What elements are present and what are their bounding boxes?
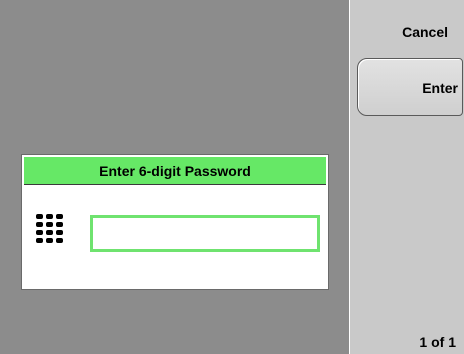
enter-button-label: Enter (422, 80, 458, 96)
cancel-button[interactable]: Cancel (402, 24, 448, 40)
password-dialog: Enter 6-digit Password (21, 154, 329, 290)
softkey-panel: Cancel Enter 1 of 1 (349, 0, 464, 354)
page-indicator: 1 of 1 (419, 334, 456, 350)
keypad-icon (36, 214, 63, 243)
main-display-area: Enter 6-digit Password (0, 0, 349, 354)
enter-button[interactable]: Enter (357, 58, 463, 116)
dialog-title: Enter 6-digit Password (24, 157, 326, 185)
password-input[interactable] (90, 215, 320, 252)
